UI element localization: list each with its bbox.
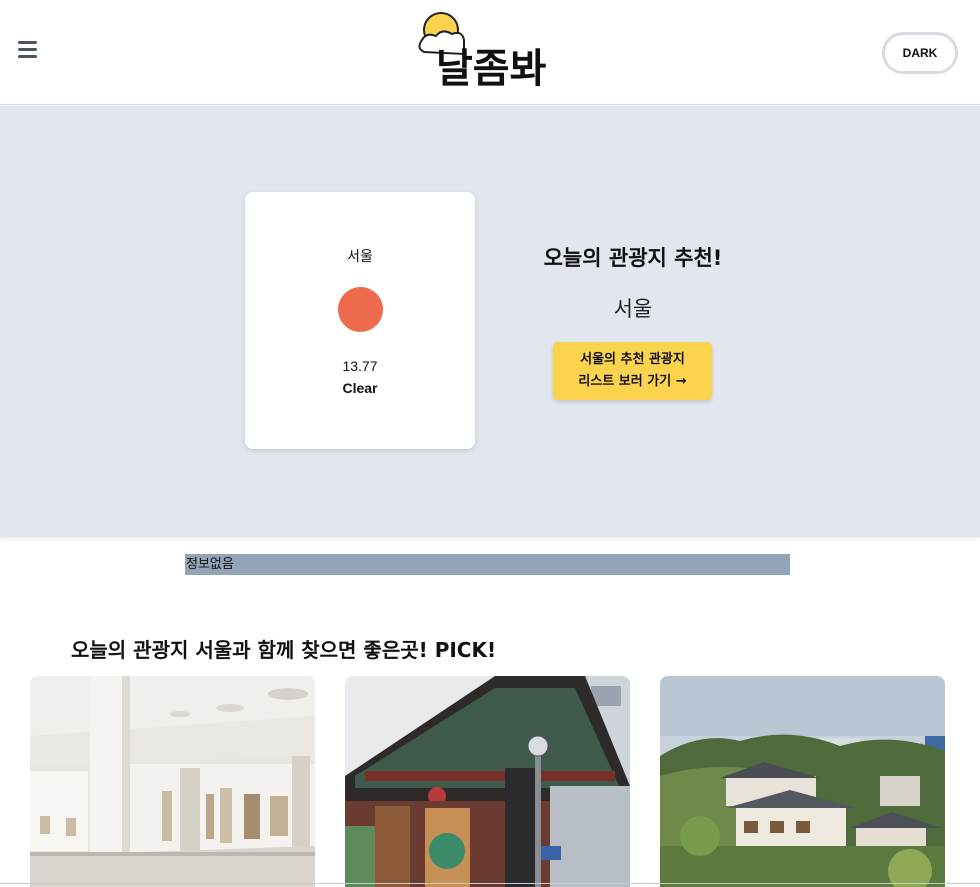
- pick-card-museum[interactable]: [30, 676, 315, 887]
- weather-city: 서울: [347, 249, 373, 265]
- museum-gallery-photo: [30, 676, 315, 887]
- top-header: 날좀봐 DARK: [0, 0, 980, 105]
- weather-card: 서울 13.77 Clear: [245, 192, 475, 449]
- weather-temperature: 13.77: [342, 358, 378, 374]
- logo-text: 날좀봐: [436, 46, 547, 92]
- recommended-list-button-line1: 서울의 추천 관광지: [580, 352, 685, 367]
- dark-mode-toggle-button[interactable]: DARK: [882, 32, 958, 74]
- weather-description: Clear: [342, 380, 378, 396]
- hamburger-menu-icon[interactable]: [18, 41, 40, 63]
- hero-section: 서울 13.77 Clear 오늘의 관광지 추천! 서울 서울의 추천 관광지…: [0, 106, 980, 537]
- hanok-hillside-village-photo: [660, 676, 945, 887]
- info-status-bar: 정보없음: [185, 554, 790, 575]
- recommendation-title: 오늘의 관광지 추천!: [543, 246, 723, 270]
- recommended-list-button-line2: 리스트 보러 가기 →: [578, 374, 687, 389]
- pick-card-hanok[interactable]: [660, 676, 945, 887]
- sun-icon: [338, 287, 383, 332]
- traditional-gate-alley-photo: [345, 676, 630, 887]
- pick-card-gate[interactable]: [345, 676, 630, 887]
- logo-graphic: 날좀봐: [418, 12, 547, 92]
- site-logo[interactable]: 날좀봐: [414, 8, 562, 98]
- recommended-list-button[interactable]: 서울의 추천 관광지 리스트 보러 가기 →: [553, 342, 712, 400]
- pick-section-title: 오늘의 관광지 서울과 함께 찾으면 좋은곳! PICK!: [71, 638, 497, 662]
- recommendation-city: 서울: [613, 297, 653, 321]
- bottom-divider: [0, 883, 980, 884]
